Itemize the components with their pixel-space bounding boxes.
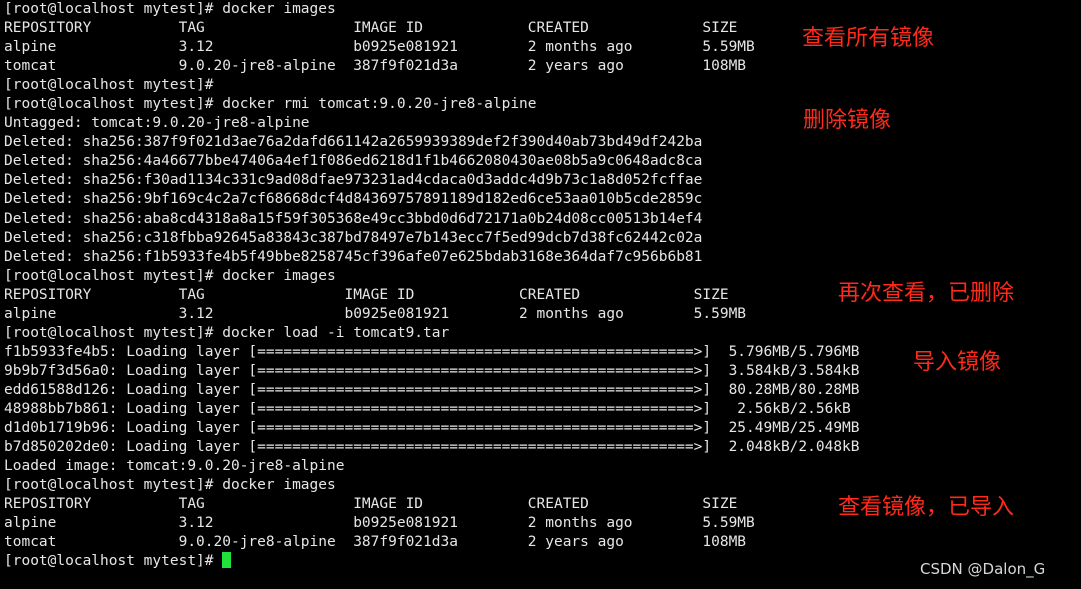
terminal-line: Deleted: sha256:9bf169c4c2a7cf68668dcf4d… bbox=[4, 191, 703, 208]
terminal-line: alpine 3.12 b0925e081921 2 months ago 5.… bbox=[4, 305, 747, 322]
terminal-line: Loaded image: tomcat:9.0.20-jre8-alpine bbox=[4, 458, 345, 475]
terminal-line: [root@localhost mytest]# docker images bbox=[4, 477, 336, 494]
terminal-line: Deleted: sha256:f30ad1134c331c9ad08dfae9… bbox=[4, 172, 703, 189]
annotation-verify-imported: 查看镜像，已导入 bbox=[838, 495, 1015, 520]
prompt-text: [root@localhost mytest]# bbox=[4, 553, 223, 570]
watermark: CSDN @Dalon_G bbox=[920, 560, 1046, 578]
terminal-line: Deleted: sha256:c318fbba92645a83843c387b… bbox=[4, 229, 703, 246]
terminal-line: [root@localhost mytest]# docker images bbox=[4, 1, 336, 17]
prompt-line[interactable]: [root@localhost mytest]# bbox=[4, 552, 1074, 571]
terminal-line: [root@localhost mytest]# docker load -i … bbox=[4, 324, 450, 341]
terminal-line: [root@localhost mytest]# docker rmi tomc… bbox=[4, 96, 537, 113]
terminal-line: Deleted: sha256:aba8cd4318a8a15f59f30536… bbox=[4, 210, 703, 227]
annotation-recheck-deleted: 再次查看，已删除 bbox=[838, 281, 1015, 306]
terminal-line: Untagged: tomcat:9.0.20-jre8-alpine bbox=[4, 115, 310, 132]
terminal-line: d1d0b1719b96: Loading layer [===========… bbox=[4, 420, 860, 437]
terminal-line: 48988bb7b861: Loading layer [===========… bbox=[4, 400, 851, 417]
annotation-list-images: 查看所有镜像 bbox=[802, 26, 935, 51]
terminal-line: Deleted: sha256:f1b5933fe4b5f49bbe825874… bbox=[4, 248, 703, 265]
terminal-line: Deleted: sha256:4a46677bbe47406a4ef1f086… bbox=[4, 153, 703, 170]
terminal-line: edd61588d126: Loading layer [===========… bbox=[4, 381, 860, 398]
annotation-delete-image: 删除镜像 bbox=[803, 108, 892, 133]
terminal-line: Deleted: sha256:387f9f021d3ae76a2dafd661… bbox=[4, 134, 703, 151]
annotation-import-image: 导入镜像 bbox=[913, 350, 1002, 375]
text-cursor bbox=[222, 552, 232, 569]
terminal-line: [root@localhost mytest]# bbox=[4, 77, 214, 94]
terminal-line: tomcat 9.0.20-jre8-alpine 387f9f021d3a 2… bbox=[4, 58, 747, 75]
terminal-line: b7d850202de0: Loading layer [===========… bbox=[4, 439, 860, 456]
terminal-line: tomcat 9.0.20-jre8-alpine 387f9f021d3a 2… bbox=[4, 534, 747, 551]
